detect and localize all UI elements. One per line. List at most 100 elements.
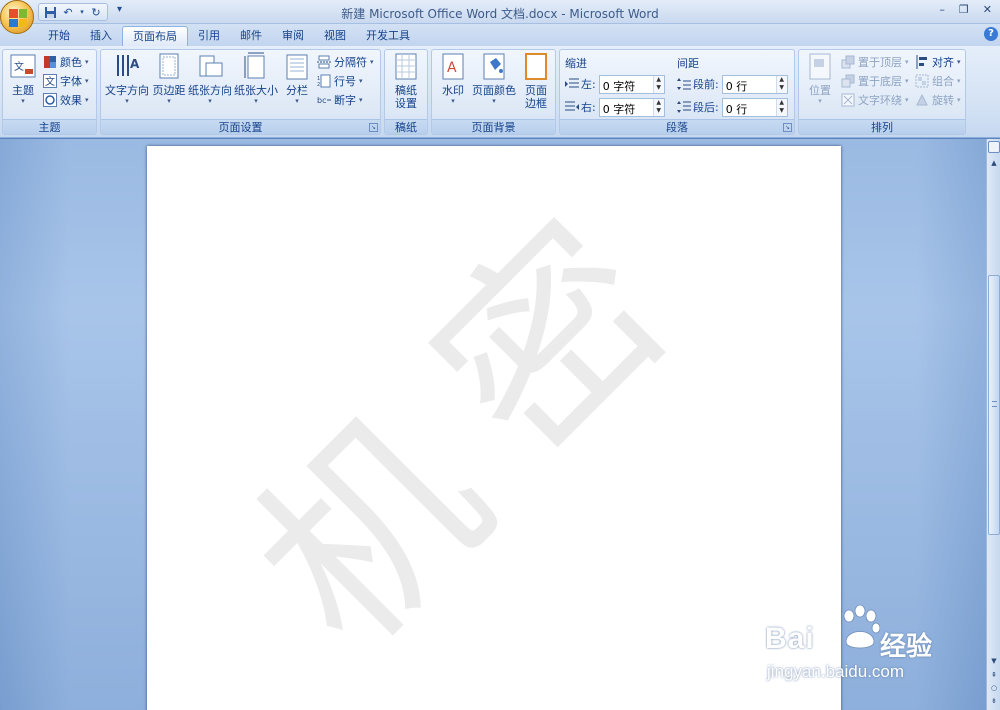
theme-fonts-button[interactable]: 文 字体 ▾ — [43, 72, 89, 90]
restore-icon[interactable]: ❐ — [959, 3, 969, 16]
help-icon[interactable]: ? — [984, 27, 998, 41]
tab-1[interactable]: 插入 — [80, 26, 122, 46]
tab-2[interactable]: 页面布局 — [122, 26, 188, 46]
margins-button[interactable]: 页边距 ▾ — [151, 52, 187, 106]
next-page-icon[interactable]: ⇟ — [988, 695, 1000, 708]
indent-left-row: 左: 0 字符 ▲ ▼ — [565, 74, 665, 94]
page-size-button[interactable]: 纸张大小 ▾ — [234, 52, 278, 106]
text-direction-button[interactable]: A 文字方向 ▾ — [104, 52, 150, 106]
columns-icon — [283, 52, 311, 82]
bring-to-front-button[interactable]: 置于顶层 ▾ — [841, 53, 909, 71]
font-icon: 文 — [43, 74, 57, 88]
minimize-icon[interactable]: – — [939, 3, 945, 16]
group-icon — [915, 74, 929, 88]
baidu-paw-icon — [843, 604, 880, 649]
text-wrap-button[interactable]: 文字环绕 ▾ — [841, 91, 909, 109]
svg-text:文: 文 — [45, 75, 55, 88]
watermark-char: 机 — [210, 369, 533, 692]
line-numbers-button[interactable]: 12 行号 ▾ — [317, 72, 363, 90]
effects-icon — [43, 93, 57, 107]
spin-updown-icon[interactable]: ▲ ▼ — [775, 75, 787, 93]
breaks-button[interactable]: 分隔符 ▾ — [317, 53, 374, 71]
page-color-button[interactable]: 页面颜色 ▾ — [472, 52, 516, 106]
watermark-char: 密 — [390, 179, 713, 502]
scroll-thumb[interactable] — [988, 275, 1000, 535]
position-icon — [806, 52, 834, 82]
manuscript-settings-button[interactable]: 稿纸 设置 — [391, 52, 421, 110]
office-logo-icon — [9, 9, 27, 27]
ruler-toggle-icon[interactable] — [988, 141, 1000, 153]
spin-updown-icon[interactable]: ▲ ▼ — [775, 98, 787, 116]
palette-icon — [43, 55, 57, 69]
tab-7[interactable]: 开发工具 — [356, 26, 420, 46]
group-label-manuscript: 稿纸 — [385, 119, 427, 134]
ribbon-tabs: 开始 插入 页面布局 引用 邮件 审阅 视图 开发工具 — [38, 26, 420, 46]
spacing-after-input[interactable]: 0 行 ▲ ▼ — [721, 97, 788, 117]
indent-right-input[interactable]: 0 字符 ▲ ▼ — [598, 97, 665, 117]
watermark-button[interactable]: A 水印 ▾ — [438, 52, 468, 106]
tab-4[interactable]: 邮件 — [230, 26, 272, 46]
position-button[interactable]: 位置 ▾ — [805, 52, 835, 106]
columns-button[interactable]: 分栏 ▾ — [283, 52, 311, 106]
theme-effects-button[interactable]: 效果 ▾ — [43, 91, 89, 109]
baidu-jingyan-logo: Bai 经验 jingyan.baidu.com — [765, 600, 965, 700]
previous-page-icon[interactable]: ⇞ — [988, 669, 1000, 682]
group-manuscript: 稿纸 设置 稿纸 — [384, 49, 428, 135]
browse-object-icon[interactable]: ○ — [988, 682, 1000, 695]
group-label-arrange: 排列 — [799, 119, 965, 134]
svg-text:bc: bc — [317, 96, 326, 105]
page-color-icon — [480, 52, 508, 82]
tab-6[interactable]: 视图 — [314, 26, 356, 46]
rotate-icon — [915, 93, 929, 107]
theme-colors-button[interactable]: 颜色 ▾ — [43, 53, 89, 71]
spin-updown-icon[interactable]: ▲ ▼ — [652, 98, 664, 116]
manuscript-icon — [392, 52, 420, 82]
vertical-scrollbar[interactable]: ▲ ▼ ⇞ ○ ⇟ — [986, 139, 1000, 710]
page-borders-icon — [522, 52, 550, 82]
indent-left-input[interactable]: 0 字符 ▲ ▼ — [598, 74, 665, 94]
tab-5[interactable]: 审阅 — [272, 26, 314, 46]
group-page-setup: A 文字方向 ▾ 页边距 ▾ 纸张方向 ▾ 纸张大小 ▾ 分栏 ▾ 分隔符▾ — [100, 49, 381, 135]
align-button[interactable]: 对齐 ▾ — [915, 53, 961, 71]
document-page[interactable]: 机 密 — [147, 146, 841, 710]
hyphenation-button[interactable]: bc 断字 ▾ — [317, 91, 363, 109]
group-label-page-background: 页面背景 — [432, 119, 555, 134]
page-setup-launcher-icon[interactable]: ↘ — [369, 123, 378, 132]
dropdown-arrow-icon: ▾ — [21, 97, 25, 105]
spacing-before-input[interactable]: 0 行 ▲ ▼ — [721, 74, 788, 94]
close-icon[interactable]: ✕ — [983, 3, 992, 16]
send-to-back-button[interactable]: 置于底层 ▾ — [841, 72, 909, 90]
line-numbers-icon: 12 — [317, 74, 331, 88]
group-objects-button[interactable]: 组合 ▾ — [915, 72, 961, 90]
rotate-button[interactable]: 旋转 ▾ — [915, 91, 961, 109]
spin-updown-icon[interactable]: ▲ ▼ — [652, 75, 664, 93]
breaks-icon — [317, 55, 331, 69]
indent-title: 缩进 — [565, 57, 587, 70]
themes-button[interactable]: 文 主题 ▾ — [7, 52, 39, 106]
send-back-icon — [841, 74, 855, 88]
scroll-up-icon[interactable]: ▲ — [988, 157, 1000, 170]
svg-text:A: A — [447, 60, 457, 76]
group-label-paragraph: 段落 — [560, 119, 794, 134]
indent-right-icon — [565, 100, 579, 114]
office-button[interactable] — [0, 0, 34, 34]
group-themes: 文 主题 ▾ 颜色 ▾ 文 字体 ▾ 效果 ▾ 主题 — [2, 49, 97, 135]
watermark: 机 密 — [211, 180, 737, 692]
ribbon-tabs-bar: 开始 插入 页面布局 引用 邮件 审阅 视图 开发工具 — [0, 24, 1000, 46]
spacing-before-row: 段前: 0 行 ▲ ▼ — [677, 74, 788, 94]
group-arrange: 位置 ▾ 置于顶层 ▾ 置于底层 ▾ 文字环绕 ▾ 对齐 ▾ 组合 ▾ 旋转 ▾ 排列 — [798, 49, 966, 135]
ribbon: 文 主题 ▾ 颜色 ▾ 文 字体 ▾ 效果 ▾ 主题 A 文字方向 ▾ 页边距 ▾ — [0, 46, 1000, 138]
orientation-button[interactable]: 纸张方向 ▾ — [188, 52, 232, 106]
baidu-brand-text: Bai — [765, 622, 815, 655]
margins-icon — [155, 52, 183, 82]
indent-left-icon — [565, 77, 579, 91]
scroll-down-icon[interactable]: ▼ — [988, 655, 1000, 668]
group-paragraph: 缩进 左: 0 字符 ▲ ▼ 右: 0 字符 ▲ ▼ 间距 段前: 0 行 ▲ ▼ 段后: … — [559, 49, 795, 135]
tab-3[interactable]: 引用 — [188, 26, 230, 46]
tab-0[interactable]: 开始 — [38, 26, 80, 46]
svg-text:2: 2 — [317, 82, 320, 88]
indent-right-row: 右: 0 字符 ▲ ▼ — [565, 97, 665, 117]
spacing-title: 间距 — [677, 57, 699, 70]
page-borders-button[interactable]: 页面 边框 — [521, 52, 551, 110]
paragraph-launcher-icon[interactable]: ↘ — [783, 123, 792, 132]
